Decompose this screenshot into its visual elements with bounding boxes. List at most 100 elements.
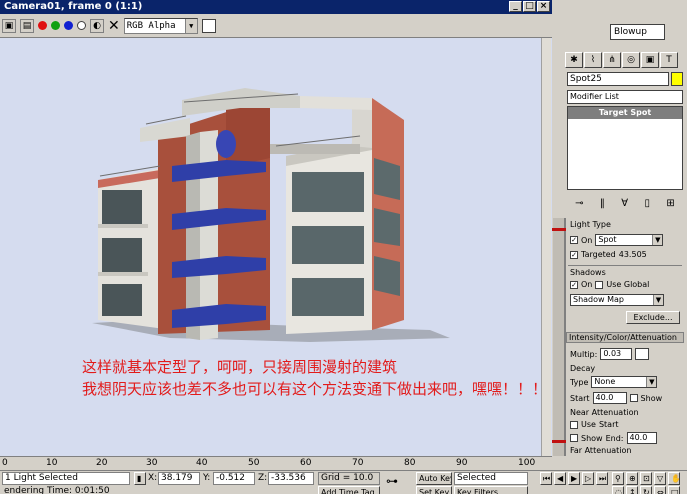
add-time-tag-button[interactable]: Add Time Tag	[318, 486, 380, 494]
near-attenuation-label: Near Attenuation	[570, 408, 639, 417]
display-tab-icon[interactable]: ▣	[641, 52, 659, 68]
z-coordinate-field[interactable]: -33.536	[268, 472, 314, 485]
use-global-checkbox[interactable]	[595, 280, 604, 289]
clone-frame-icon[interactable]: ▤	[20, 18, 34, 33]
channel-select[interactable]: RGB Alpha ▼	[123, 17, 198, 34]
near-show-row: Show End: 40.0	[570, 432, 657, 444]
prompt-line: endering Time: 0:01:50	[2, 486, 130, 494]
maximize-viewport-icon[interactable]: □	[668, 486, 680, 494]
shadow-type-select[interactable]: Shadow Map ▼	[570, 294, 664, 306]
pan-icon[interactable]: ✋	[668, 472, 680, 485]
caption-line-2: 我想阴天应该也差不多也可以有这个方法变通下做出来吧，嘿嘿！！！	[82, 380, 548, 398]
lock-selection-icon[interactable]: ▮	[134, 472, 146, 485]
shadows-on-row: ✓ On Use Global	[570, 280, 650, 289]
modify-tab-icon[interactable]: ⌇	[584, 52, 602, 68]
exclude-button[interactable]: Exclude...	[626, 311, 680, 324]
near-end-field[interactable]: 40.0	[626, 432, 657, 444]
hierarchy-tab-icon[interactable]: ⋔	[603, 52, 621, 68]
previous-frame-icon[interactable]: ◀	[554, 472, 566, 485]
object-name-field[interactable]: Spot25	[567, 72, 669, 86]
minimize-button[interactable]: _	[509, 1, 522, 12]
configure-sets-icon[interactable]: ⊞	[666, 198, 674, 209]
green-channel-icon[interactable]	[51, 21, 60, 30]
light-type-label: Light Type	[570, 220, 611, 229]
red-marker	[552, 228, 566, 231]
target-distance: 43.505	[618, 250, 647, 259]
auto-key-button[interactable]: Auto Key	[416, 472, 452, 485]
render-toolbar: ▣ ▤ ◐ ✕ RGB Alpha ▼	[0, 14, 552, 38]
decay-start-row: Start 40.0 Show	[570, 392, 663, 404]
decay-show-checkbox[interactable]	[629, 394, 638, 402]
red-channel-icon[interactable]	[38, 21, 47, 30]
play-icon[interactable]: ▶	[568, 472, 580, 485]
zoom-extents-icon[interactable]: ⊡	[640, 472, 652, 485]
y-coordinate-field[interactable]: -0.512	[213, 472, 255, 485]
decay-type-row: Type None ▼	[570, 376, 658, 388]
key-icon: ⊶	[386, 474, 398, 488]
decay-start-field[interactable]: 40.0	[592, 392, 627, 404]
caption-line-1: 这样就基本定型了，呵呵，只接周围漫射的建筑	[82, 358, 398, 376]
modifier-list-select[interactable]: Modifier List	[567, 90, 683, 104]
shadow-type-row: Shadow Map ▼	[570, 294, 664, 306]
rendered-frame-window: Camera01, frame 0 (1:1) _ □ × ▣ ▤ ◐ ✕ RG…	[0, 0, 552, 456]
intensity-rollout-header[interactable]: Intensity/Color/Attenuation	[566, 332, 684, 343]
light-color-swatch[interactable]	[635, 348, 650, 360]
pin-stack-icon[interactable]: ⊸	[575, 198, 583, 209]
chevron-down-icon: ▼	[646, 377, 657, 387]
targeted-checkbox[interactable]: ✓	[570, 250, 578, 259]
next-frame-icon[interactable]: ▷	[582, 472, 594, 485]
utilities-tab-icon[interactable]: T	[660, 52, 678, 68]
window-title-bar[interactable]: Camera01, frame 0 (1:1) _ □ ×	[0, 0, 552, 14]
decay-type-select[interactable]: None ▼	[591, 376, 658, 388]
go-to-start-icon[interactable]: ⏮	[540, 472, 552, 485]
panel-scrollbar[interactable]	[553, 218, 565, 456]
grid-size: Grid = 10.0	[318, 472, 380, 485]
color-swatch[interactable]	[201, 18, 216, 33]
maximize-button[interactable]: □	[523, 1, 536, 12]
save-bitmap-icon[interactable]: ▣	[2, 18, 16, 33]
shadows-on-checkbox[interactable]: ✓	[570, 280, 578, 289]
modifier-stack: Target Spot	[567, 106, 683, 190]
targeted-row: ✓ Targeted 43.505	[570, 250, 647, 259]
key-filters-button[interactable]: Key Filters...	[454, 486, 528, 494]
render-type-select[interactable]: Blowup	[610, 24, 665, 40]
field-of-view-icon[interactable]: ▽	[654, 472, 666, 485]
show-end-result-icon[interactable]: ‖	[600, 198, 605, 209]
stack-item-target-spot[interactable]: Target Spot	[568, 107, 682, 119]
go-to-end-icon[interactable]: ⏭	[596, 472, 608, 485]
motion-tab-icon[interactable]: ◎	[622, 52, 640, 68]
roll-icon[interactable]: ↻	[640, 486, 652, 494]
dolly-icon[interactable]: ↕	[626, 486, 638, 494]
multiplier-row: Multip: 0.03	[570, 348, 650, 360]
zoom-icon[interactable]: ⚲	[612, 472, 624, 485]
set-key-button[interactable]: Set Key	[416, 486, 452, 494]
close-window-button[interactable]: ×	[537, 1, 550, 12]
truck-icon[interactable]: ⇔	[654, 486, 666, 494]
zoom-all-icon[interactable]: ⊕	[626, 472, 638, 485]
light-on-checkbox[interactable]: ✓	[570, 236, 578, 244]
light-type-select[interactable]: Spot ▼	[595, 234, 664, 246]
selection-count: 1 Light Selected	[2, 472, 130, 485]
remove-modifier-icon[interactable]: ▯	[644, 198, 650, 209]
command-tabs: ✱ ⌇ ⋔ ◎ ▣ T	[565, 52, 685, 68]
near-show-checkbox[interactable]	[570, 434, 578, 442]
key-selection-set[interactable]: Selected	[454, 472, 528, 485]
blue-channel-icon[interactable]	[64, 21, 73, 30]
near-use-row: Use Start	[570, 420, 619, 429]
multiplier-field[interactable]: 0.03	[600, 348, 633, 360]
mono-icon[interactable]: ◐	[90, 18, 104, 33]
x-coordinate-field[interactable]: 38.179	[158, 472, 200, 485]
alpha-channel-icon[interactable]	[77, 21, 86, 30]
stack-tools: ⊸ ‖ ∀ ▯ ⊞	[567, 194, 683, 212]
time-slider-ruler[interactable]: 0 10 20 30 40 50 60 70 80 90 100	[0, 456, 552, 470]
chevron-down-icon: ▼	[184, 18, 197, 33]
clear-icon[interactable]: ✕	[108, 18, 120, 34]
command-panel: Blowup ✱ ⌇ ⋔ ◎ ▣ T Spot25 Modifier List …	[552, 0, 687, 456]
object-color-swatch[interactable]	[671, 72, 683, 86]
create-tab-icon[interactable]: ✱	[565, 52, 583, 68]
make-unique-icon[interactable]: ∀	[621, 198, 628, 209]
orbit-icon[interactable]: ◌	[612, 486, 624, 494]
window-title: Camera01, frame 0 (1:1)	[4, 1, 143, 12]
near-use-checkbox[interactable]	[570, 420, 578, 429]
chevron-down-icon: ▼	[652, 235, 663, 245]
